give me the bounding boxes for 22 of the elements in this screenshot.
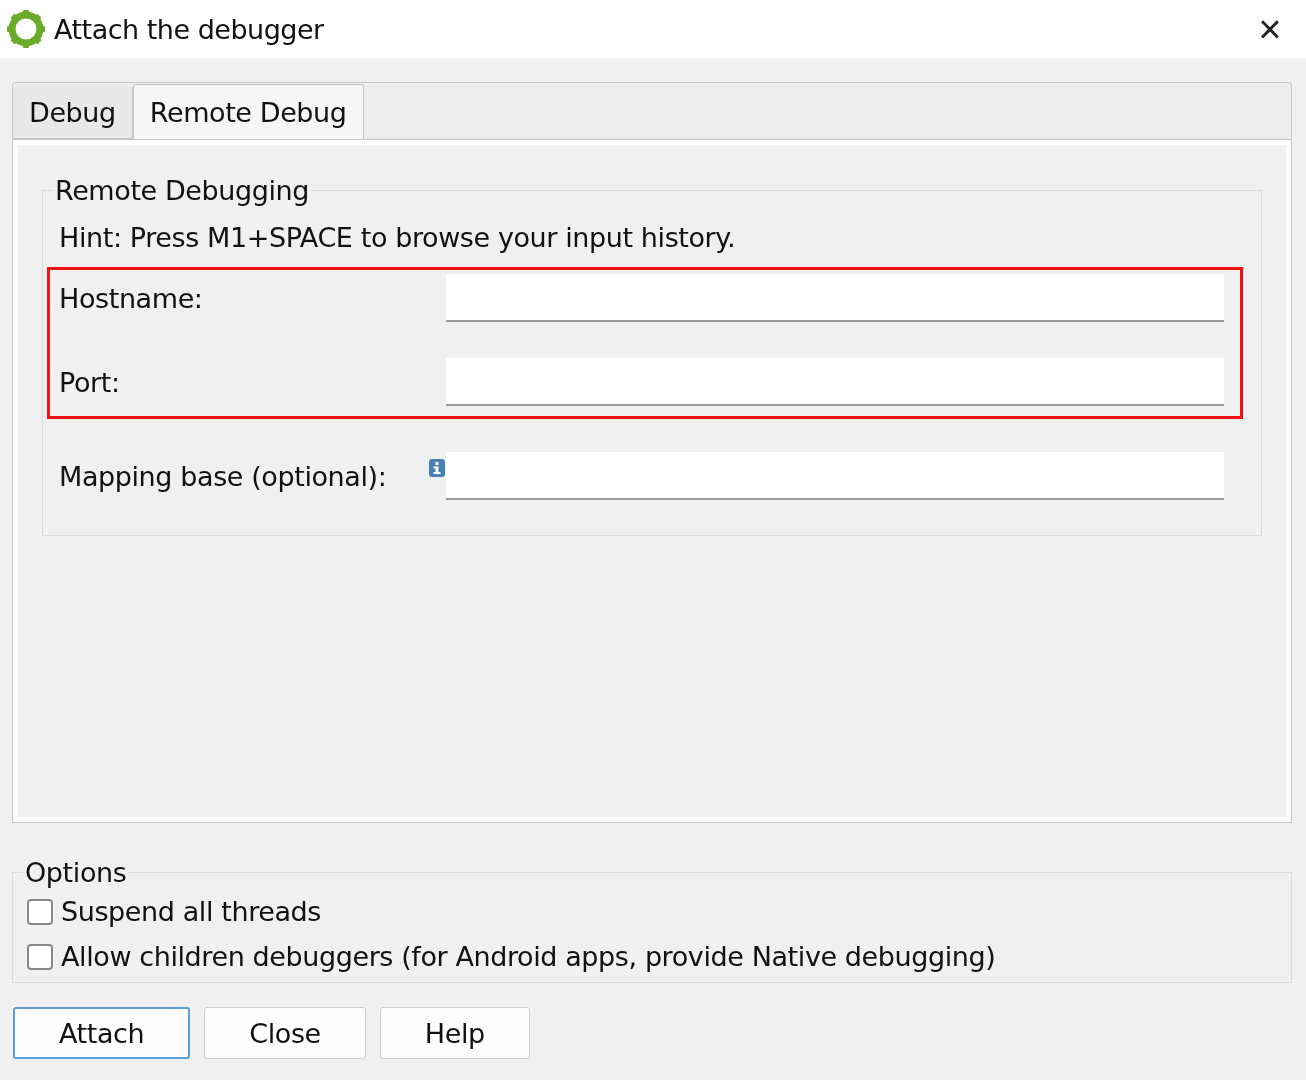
checkbox[interactable] [27, 898, 53, 925]
field-label: Hostname: [59, 282, 204, 314]
options-title: Options [24, 857, 128, 888]
window-title: Attach the debugger [54, 13, 325, 45]
checkbox[interactable] [27, 943, 53, 970]
dialog-button[interactable]: Attach [13, 1007, 191, 1059]
dialog-button[interactable]: Close [204, 1007, 366, 1059]
hint-text: Hint: Press M1+SPACE to browse your input history. [59, 222, 737, 253]
group-title: Remote Debugging [54, 175, 311, 206]
checkbox-label: Allow children debuggers (for Android apps, provide Native debugging) [61, 941, 996, 972]
info-icon [429, 459, 445, 477]
field-label: Mapping base (optional): [59, 460, 388, 492]
text-field[interactable] [446, 274, 1224, 322]
text-field[interactable] [446, 452, 1224, 500]
tab[interactable]: Remote Debug [132, 84, 364, 139]
app-logo-icon [6, 9, 46, 49]
checkbox-label: Suspend all threads [61, 896, 321, 927]
close-button[interactable]: × [1240, 4, 1300, 54]
tab[interactable]: Debug [13, 87, 133, 139]
field-label: Port: [59, 366, 121, 398]
text-field[interactable] [446, 358, 1224, 406]
dialog-button[interactable]: Help [379, 1007, 530, 1059]
